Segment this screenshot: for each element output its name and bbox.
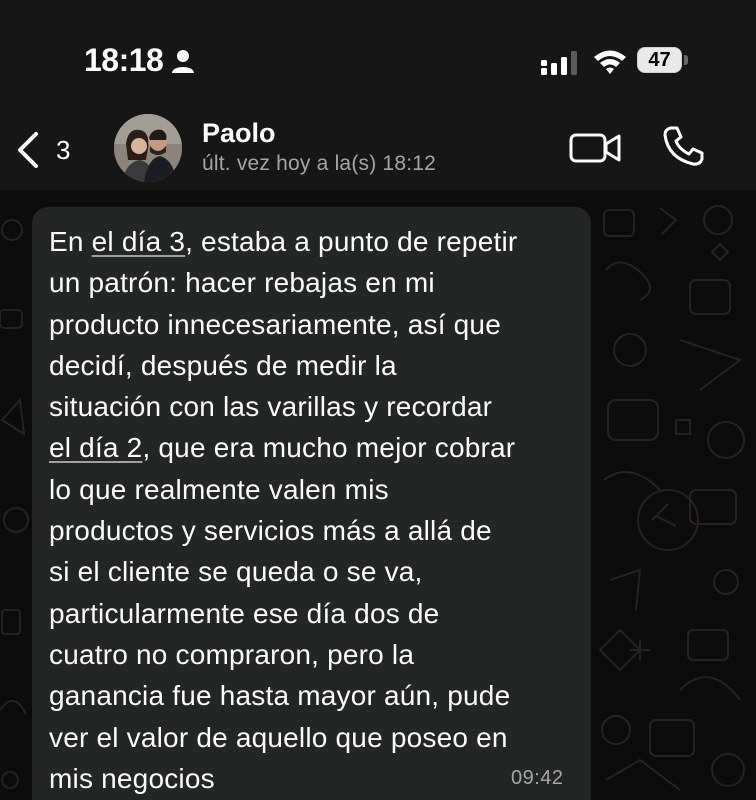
chat-area: En el día 3, estaba a punto de repetir u… — [0, 190, 756, 800]
wifi-icon — [594, 50, 626, 74]
status-bar: 18:18 47 — [0, 0, 756, 110]
battery-nub — [684, 55, 688, 65]
battery-level: 47 — [648, 49, 671, 71]
contact-name[interactable]: Paolo — [202, 118, 276, 149]
chat-header: 3 Paolo últ. vez hoy a la(s) 18:12 — [0, 110, 756, 190]
phone-icon[interactable] — [662, 124, 706, 168]
message-text-segment: , que era mucho mejor cobrar lo que real… — [49, 432, 516, 794]
message-timestamp: 09:42 — [511, 767, 564, 789]
message-link-day-3[interactable]: el día 3 — [92, 226, 185, 257]
status-time: 18:18 — [84, 42, 164, 78]
message-bubble[interactable]: En el día 3, estaba a punto de repetir u… — [32, 207, 591, 800]
message-text-segment: En — [49, 226, 92, 257]
video-call-icon[interactable] — [568, 128, 622, 168]
battery-icon: 47 — [637, 47, 689, 75]
message-text: En el día 3, estaba a punto de repetir u… — [49, 221, 579, 799]
back-button[interactable]: 3 — [14, 128, 70, 172]
avatar[interactable] — [114, 114, 182, 182]
unread-count: 3 — [56, 134, 71, 165]
last-seen-status: últ. vez hoy a la(s) 18:12 — [202, 152, 436, 175]
person-icon — [172, 50, 194, 73]
back-chevron-icon — [18, 132, 38, 168]
message-link-day-2[interactable]: el día 2 — [49, 432, 142, 463]
signal-icon — [541, 51, 577, 75]
avatar-photo — [114, 114, 182, 182]
